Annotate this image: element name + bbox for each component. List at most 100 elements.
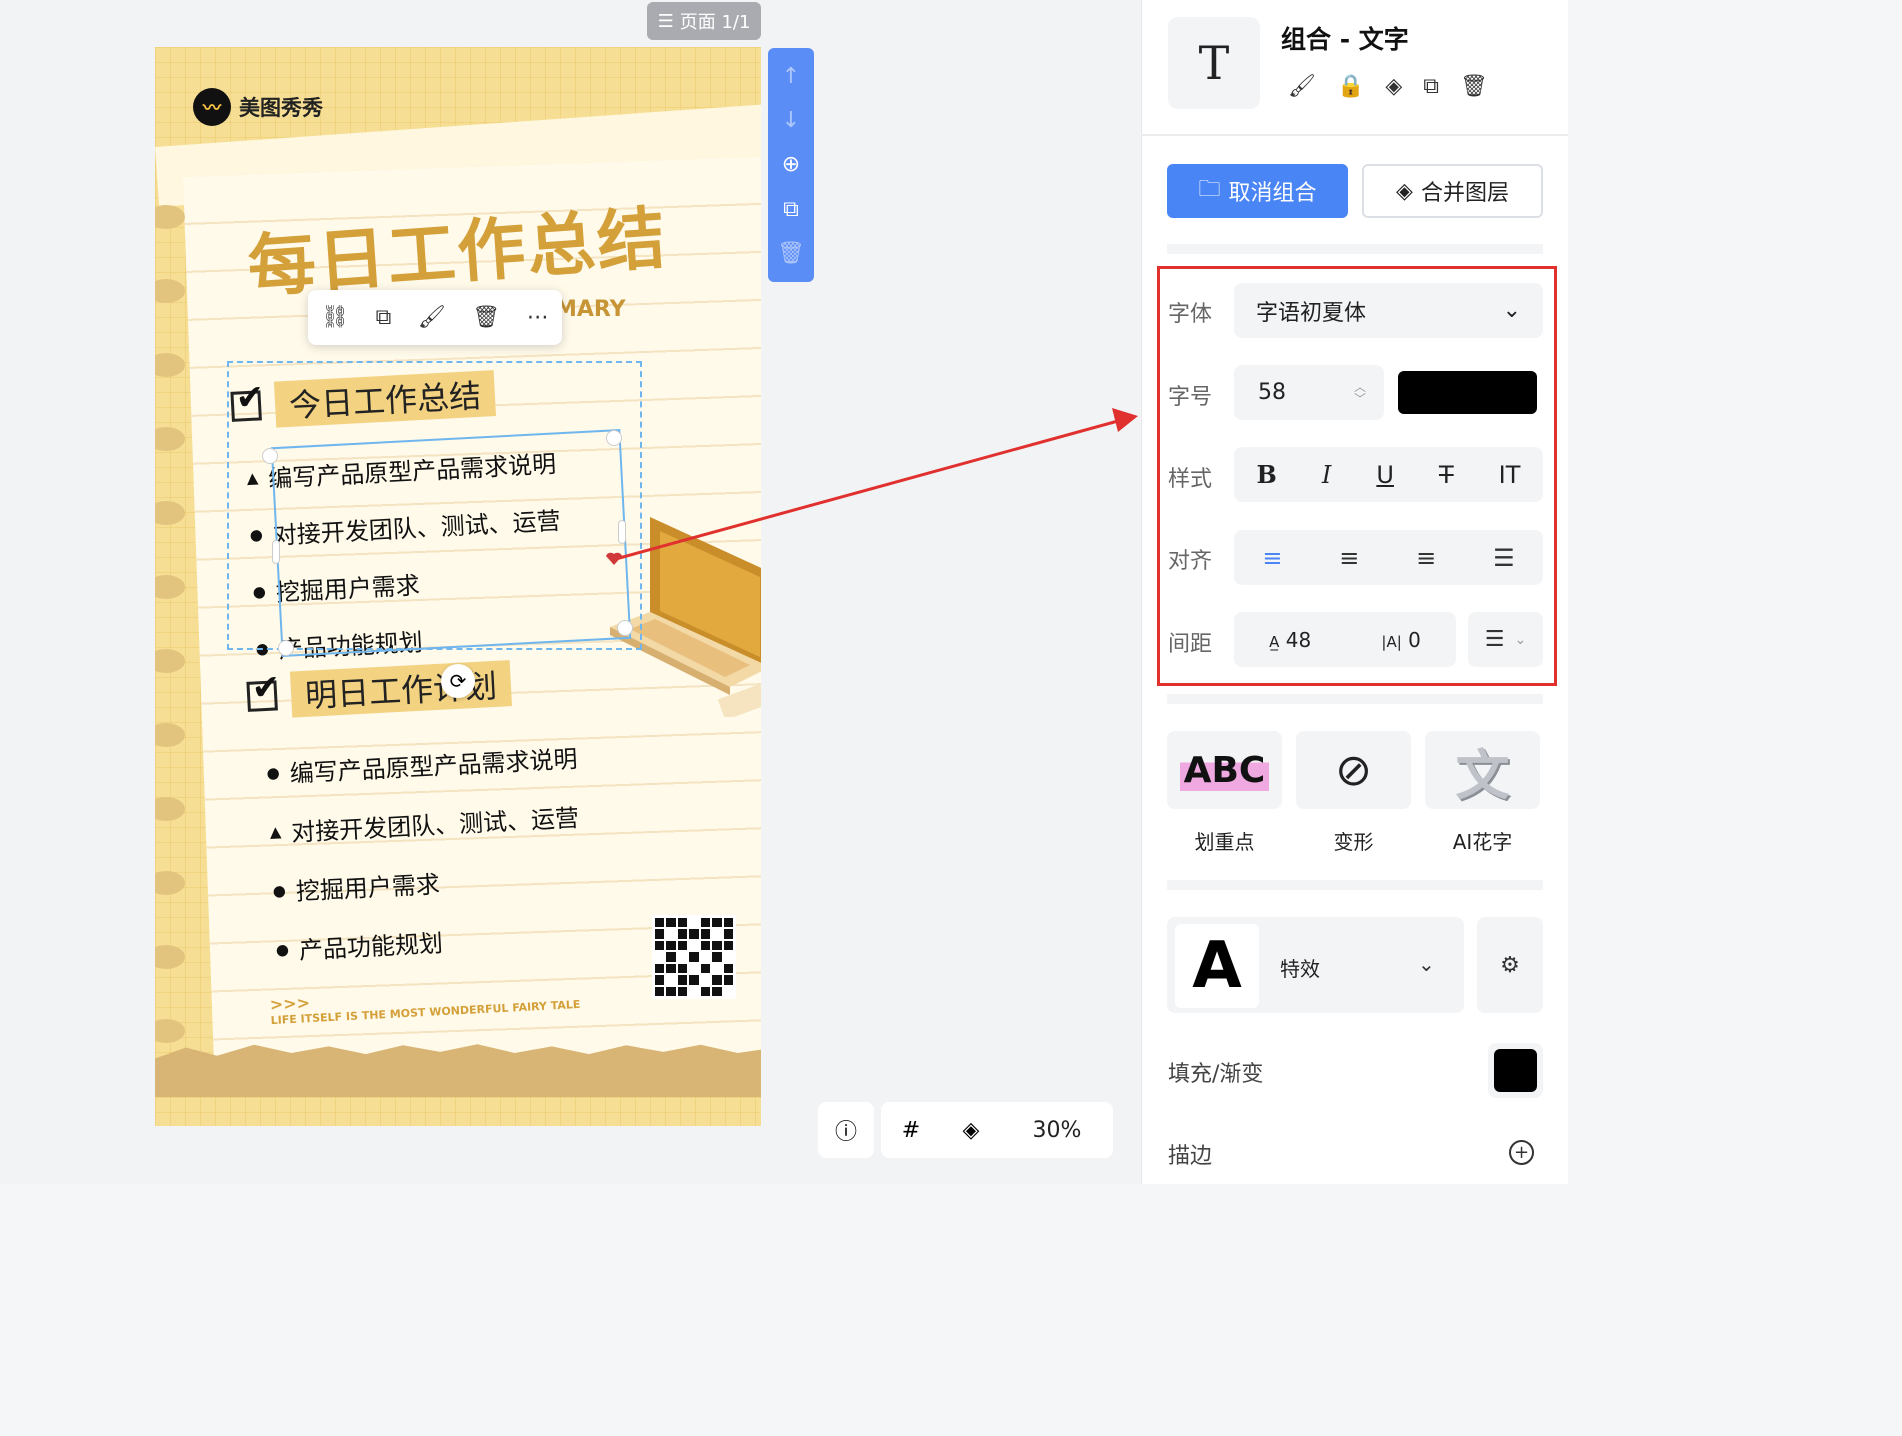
- binder-ring: [155, 575, 185, 599]
- warp-effect-card[interactable]: ⊘: [1296, 731, 1411, 809]
- layers-icon: ◈: [1396, 178, 1413, 204]
- no-effect-icon: ⊘: [1335, 744, 1372, 796]
- add-page-icon[interactable]: ⊕: [782, 152, 800, 177]
- list-item: ▲ 对接开发团队、测试、运营: [269, 803, 580, 848]
- ungroup-button-label: 取消组合: [1228, 181, 1317, 206]
- fill-color-swatch[interactable]: [1488, 1043, 1543, 1098]
- letter-spacing-value: 48: [1285, 627, 1312, 652]
- text-align-group: ≡ ≡ ≡ ☰: [1234, 530, 1543, 585]
- highlight-effect-card[interactable]: ABC: [1167, 731, 1282, 809]
- side-handle[interactable]: [618, 520, 626, 544]
- merge-layers-button-label: 合并图层: [1420, 181, 1509, 206]
- binder-ring: [155, 945, 185, 969]
- underline-icon[interactable]: U: [1376, 461, 1394, 489]
- binder-ring: [155, 205, 185, 229]
- trash-icon[interactable]: 🗑: [1460, 74, 1488, 99]
- brand-name: 美图秀秀: [239, 96, 323, 120]
- binder-ring: [155, 871, 185, 895]
- help-button[interactable]: ⓘ: [818, 1102, 874, 1158]
- letter-spacing-control[interactable]: A̲ 48: [1269, 628, 1311, 652]
- text-effect-label: 特效: [1280, 957, 1320, 981]
- style-label: 样式: [1168, 467, 1213, 492]
- arrow-up-icon[interactable]: ↑: [782, 64, 800, 89]
- ai-text-effect-label: AI花字: [1452, 830, 1513, 854]
- delete-page-icon[interactable]: 🗑: [777, 241, 805, 266]
- list-style-select[interactable]: ☰ ⌄: [1468, 612, 1543, 667]
- layers-icon[interactable]: ◈: [941, 1102, 1001, 1158]
- folder-icon: 🗀: [1198, 177, 1221, 202]
- align-center-icon[interactable]: ≡: [1339, 544, 1359, 572]
- line-spacing-control[interactable]: |A| 0: [1381, 628, 1420, 652]
- align-left-icon[interactable]: ≡: [1262, 544, 1282, 572]
- arrow-down-icon[interactable]: ↓: [782, 108, 800, 133]
- binder-ring: [155, 353, 185, 377]
- more-icon[interactable]: ⋯: [527, 305, 549, 330]
- qr-code[interactable]: [652, 915, 736, 999]
- ai-text-effect-preview: 文: [1455, 743, 1510, 807]
- brand-logo[interactable]: 〰 美图秀秀: [193, 88, 323, 126]
- font-size-label: 字号: [1168, 385, 1213, 410]
- spacing-controls: A̲ 48 |A| 0: [1234, 612, 1456, 667]
- ai-text-effect-card[interactable]: 文: [1425, 731, 1540, 809]
- text-selection-box[interactable]: [270, 428, 632, 658]
- selection-name: 组合 - 文字: [1281, 25, 1409, 54]
- font-label: 字体: [1168, 302, 1213, 327]
- align-label: 对齐: [1168, 549, 1213, 574]
- vertical-text-icon[interactable]: IT: [1499, 461, 1521, 489]
- warp-effect-label: 变形: [1333, 830, 1374, 854]
- trash-icon[interactable]: 🗑: [472, 305, 500, 330]
- layers-icon[interactable]: ◈: [1385, 74, 1402, 99]
- page-toolbar: ↑ ↓ ⊕ ⧉ 🗑: [768, 48, 814, 282]
- unlink-icon[interactable]: ⛓: [321, 305, 349, 330]
- font-select[interactable]: 字语初夏体 ⌄: [1234, 283, 1543, 338]
- format-painter-icon[interactable]: 🖌: [1288, 74, 1316, 99]
- tomorrow-task-list[interactable]: ● 编写产品原型产品需求说明 ▲ 对接开发团队、测试、运营 ● 挖掘用户需求 ● 产品功…: [266, 739, 588, 967]
- letter-spacing-icon: A̲: [1269, 632, 1280, 651]
- stroke-label: 描边: [1168, 1144, 1213, 1169]
- page-indicator[interactable]: ☰ 页面 1/1: [647, 2, 761, 40]
- section-divider: [1167, 880, 1543, 890]
- spacing-label: 间距: [1168, 632, 1213, 657]
- copy-page-icon[interactable]: ⧉: [783, 197, 799, 222]
- add-stroke-icon[interactable]: +: [1509, 1140, 1534, 1165]
- rotate-icon[interactable]: ⟳: [441, 664, 475, 698]
- floating-toolbar: ⛓ ⧉ 🖌 🗑 ⋯: [308, 290, 562, 345]
- resize-handle[interactable]: [278, 640, 294, 656]
- strikethrough-icon[interactable]: T: [1439, 461, 1454, 489]
- duplicate-icon[interactable]: ⧉: [376, 305, 392, 330]
- grid-icon[interactable]: #: [881, 1102, 941, 1158]
- circle-bullet-icon: ●: [275, 939, 290, 959]
- format-painter-icon[interactable]: 🖌: [418, 305, 446, 330]
- bold-icon[interactable]: B: [1257, 460, 1277, 489]
- merge-layers-button[interactable]: ◈ 合并图层: [1362, 164, 1543, 218]
- text-type-icon: T: [1168, 17, 1260, 109]
- divider: [1141, 134, 1568, 136]
- side-handle[interactable]: [272, 540, 280, 564]
- section-divider: [1167, 694, 1543, 704]
- binder-ring: [155, 427, 185, 451]
- resize-handle[interactable]: [262, 448, 278, 464]
- binder-ring: [155, 797, 185, 821]
- text-effect-preview: A: [1175, 924, 1259, 1008]
- text-color-swatch[interactable]: [1398, 371, 1537, 414]
- stepper-icon[interactable]: ︿ ﹀: [1354, 381, 1366, 405]
- italic-icon[interactable]: I: [1322, 461, 1331, 489]
- line-spacing-icon: |A|: [1381, 632, 1402, 651]
- align-right-icon[interactable]: ≡: [1416, 544, 1436, 572]
- effect-settings-button[interactable]: ⚙: [1477, 917, 1543, 1013]
- chevron-down-icon: ⌄: [1418, 952, 1435, 976]
- poster-subtitle[interactable]: MARY: [555, 297, 626, 322]
- ungroup-button[interactable]: 🗀 取消组合: [1167, 164, 1348, 218]
- resize-handle[interactable]: [617, 620, 633, 636]
- fill-label: 填充/渐变: [1168, 1062, 1264, 1087]
- resize-handle[interactable]: [606, 430, 622, 446]
- binder-ring: [155, 649, 185, 673]
- binder-ring: [155, 279, 185, 303]
- binder-ring: [155, 1019, 185, 1043]
- zoom-level[interactable]: 30%: [1001, 1102, 1113, 1158]
- list-icon: ☰: [657, 10, 674, 32]
- duplicate-icon[interactable]: ⧉: [1423, 74, 1439, 99]
- lock-icon[interactable]: 🔒: [1337, 74, 1364, 99]
- align-justify-icon[interactable]: ☰: [1493, 544, 1515, 572]
- font-size-input[interactable]: 58 ︿ ﹀: [1234, 365, 1384, 420]
